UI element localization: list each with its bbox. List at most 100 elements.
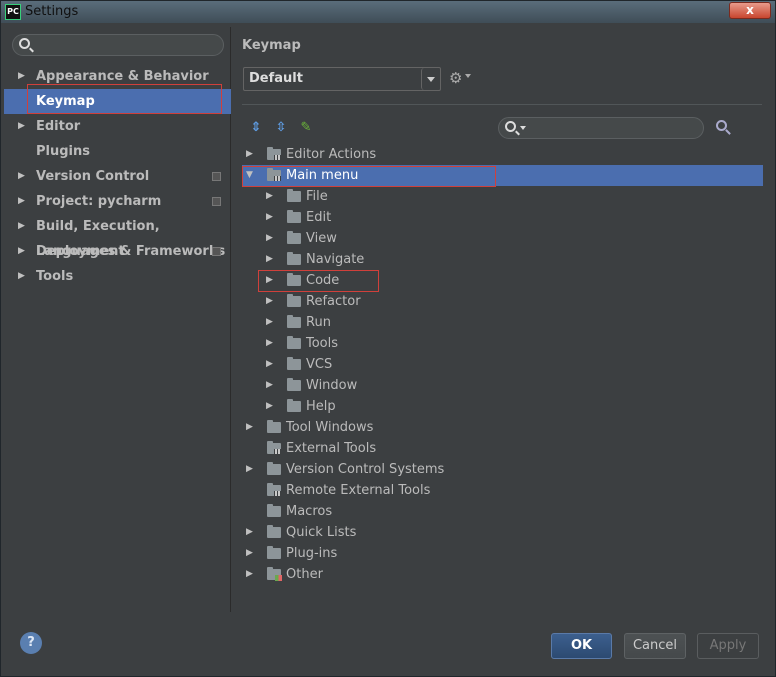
expand-all-icon[interactable]: ⇕ — [248, 121, 264, 135]
expand-arrow-icon[interactable]: ▶ — [266, 396, 276, 417]
chevron-down-icon[interactable] — [421, 68, 440, 90]
sidebar-item-label: Editor — [36, 119, 81, 134]
sidebar-item-label: Appearance & Behavior — [36, 69, 209, 84]
folder-icon — [287, 336, 301, 349]
search-icon — [19, 38, 30, 49]
tree-row[interactable]: Macros — [242, 501, 763, 522]
tree-row-label: Quick Lists — [286, 525, 357, 540]
expand-arrow-icon[interactable]: ▶ — [18, 64, 25, 89]
folder-icon — [267, 483, 281, 496]
collapse-all-icon[interactable]: ⇳ — [273, 121, 289, 135]
tree-row-label: Main menu — [286, 168, 359, 183]
folder-icon — [267, 462, 281, 475]
sidebar-item[interactable]: ▶ Tools — [4, 264, 231, 289]
expand-arrow-icon[interactable]: ▶ — [246, 543, 256, 564]
tree-row[interactable]: ▶ Tools — [242, 333, 763, 354]
folder-icon — [287, 252, 301, 265]
expand-arrow-icon[interactable]: ▶ — [266, 186, 276, 207]
expand-arrow-icon[interactable]: ▶ — [18, 114, 25, 139]
expand-arrow-icon[interactable]: ▶ — [18, 189, 25, 214]
apply-button[interactable]: Apply — [697, 633, 759, 659]
expand-arrow-icon[interactable]: ▶ — [18, 214, 25, 239]
tree-row[interactable]: ▶ Code — [242, 270, 763, 291]
keymap-select-value: Default — [249, 71, 303, 86]
sidebar-item[interactable]: ▶ Version Control — [4, 164, 231, 189]
tree-row-label: VCS — [306, 357, 333, 372]
tree-row[interactable]: ▶ Edit — [242, 207, 763, 228]
expand-arrow-icon[interactable]: ▶ — [246, 417, 256, 438]
tree-row-label: Plug-ins — [286, 546, 338, 561]
ok-button[interactable]: OK — [551, 633, 612, 659]
tree-row-label: Tools — [306, 336, 339, 351]
sidebar-item[interactable]: ▶ Editor — [4, 114, 231, 139]
expand-arrow-icon[interactable]: ▶ — [266, 375, 276, 396]
expand-arrow-icon[interactable]: ▶ — [266, 249, 276, 270]
tree-row[interactable]: ▶ Version Control Systems — [242, 459, 763, 480]
edit-shortcut-icon[interactable]: ✎ — [298, 121, 314, 135]
help-button[interactable]: ? — [20, 632, 42, 654]
tree-row-label: Other — [286, 567, 323, 582]
expand-arrow-icon[interactable]: ▶ — [266, 291, 276, 312]
gear-icon[interactable]: ⚙ — [449, 69, 462, 87]
tree-row[interactable]: ▶ Help — [242, 396, 763, 417]
window-title: Settings — [25, 4, 79, 19]
tree-row[interactable]: ▶ Refactor — [242, 291, 763, 312]
expand-arrow-icon[interactable]: ▶ — [266, 228, 276, 249]
expand-arrow-icon[interactable]: ▶ — [246, 144, 256, 165]
folder-icon — [287, 294, 301, 307]
sidebar-item[interactable]: ▶ Build, Execution, Deployment — [4, 214, 231, 259]
tree-row[interactable]: ▶ Tool Windows — [242, 417, 763, 438]
expand-arrow-icon[interactable]: ▶ — [18, 239, 25, 264]
folder-icon — [267, 525, 281, 538]
expand-arrow-icon[interactable]: ▶ — [246, 564, 256, 585]
tree-row[interactable]: ▶ File — [242, 186, 763, 207]
sidebar-item[interactable]: ▶ Project: pycharm — [4, 189, 231, 214]
sidebar-item-label: Keymap — [36, 94, 95, 109]
project-scope-icon — [212, 197, 221, 206]
tree-row-label: Macros — [286, 504, 333, 519]
keymap-select[interactable]: Default — [243, 67, 441, 91]
tree-row[interactable]: ▼ Main menu — [242, 165, 763, 186]
expand-arrow-icon[interactable]: ▶ — [266, 270, 276, 291]
action-search-input[interactable] — [498, 117, 704, 139]
expand-arrow-icon[interactable]: ▶ — [266, 312, 276, 333]
tree-row[interactable]: ▶ Editor Actions — [242, 144, 763, 165]
tree-row[interactable]: ▶ View — [242, 228, 763, 249]
tree-row[interactable]: ▶ Plug-ins — [242, 543, 763, 564]
expand-arrow-icon[interactable]: ▶ — [266, 333, 276, 354]
tree-row[interactable]: Remote External Tools — [242, 480, 763, 501]
expand-arrow-icon[interactable]: ▶ — [246, 459, 256, 480]
sidebar-item[interactable]: ▶ Languages & Frameworks — [4, 239, 231, 264]
expand-arrow-icon[interactable]: ▶ — [266, 207, 276, 228]
page-title: Keymap — [242, 38, 301, 53]
tree-row[interactable]: ▶ Quick Lists — [242, 522, 763, 543]
tree-row[interactable]: External Tools — [242, 438, 763, 459]
tree-row[interactable]: ▶ VCS — [242, 354, 763, 375]
cancel-button[interactable]: Cancel — [624, 633, 686, 659]
settings-search-input[interactable] — [12, 34, 224, 56]
tree-row[interactable]: ▶ Navigate — [242, 249, 763, 270]
find-by-shortcut-icon[interactable] — [715, 119, 731, 135]
title-bar: PC Settings x — [1, 1, 775, 23]
folder-icon — [267, 441, 281, 454]
tree-row[interactable]: ▶ Window — [242, 375, 763, 396]
expand-arrow-icon[interactable]: ▶ — [246, 522, 256, 543]
folder-icon — [287, 399, 301, 412]
collapse-arrow-icon[interactable]: ▼ — [246, 165, 256, 186]
close-button[interactable]: x — [729, 2, 771, 19]
sidebar-item[interactable]: ▶ Appearance & Behavior — [4, 64, 231, 89]
sidebar-item[interactable]: Plugins — [4, 139, 231, 164]
folder-icon — [287, 273, 301, 286]
divider — [242, 104, 762, 105]
search-options-caret-icon[interactable] — [520, 126, 526, 130]
caret-down-icon[interactable] — [465, 74, 471, 78]
sidebar-item[interactable]: Keymap — [4, 89, 231, 114]
folder-icon — [287, 315, 301, 328]
tree-row[interactable]: ▶ Run — [242, 312, 763, 333]
tree-row-label: View — [306, 231, 337, 246]
expand-arrow-icon[interactable]: ▶ — [18, 264, 25, 289]
expand-arrow-icon[interactable]: ▶ — [266, 354, 276, 375]
tree-row[interactable]: ▶ Other — [242, 564, 763, 585]
folder-icon — [287, 210, 301, 223]
expand-arrow-icon[interactable]: ▶ — [18, 164, 25, 189]
